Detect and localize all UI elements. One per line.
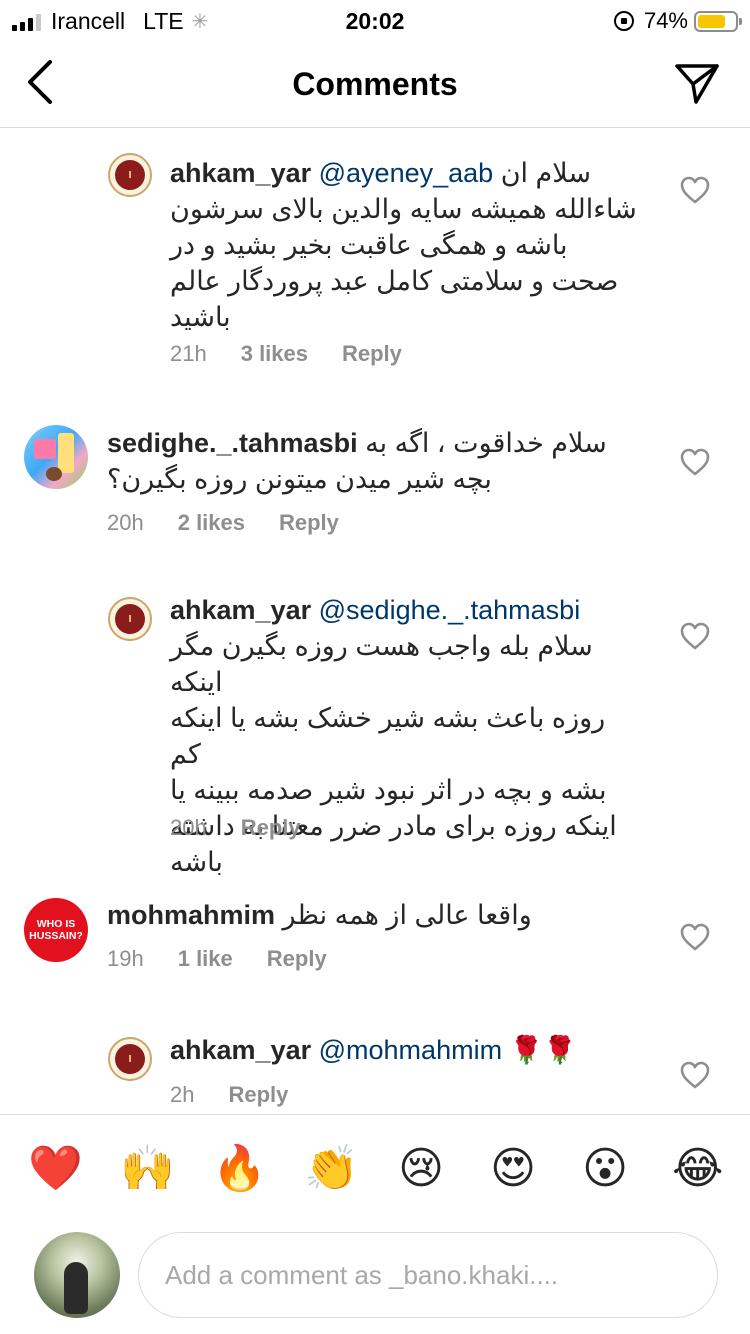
direct-message-button[interactable]	[674, 62, 720, 106]
current-user-avatar[interactable]	[34, 1232, 120, 1318]
comment-text-line: باشه و همگی عاقبت بخیر بشید و در	[170, 230, 568, 260]
avatar[interactable]	[24, 425, 88, 489]
heart-outline-icon	[680, 1061, 710, 1089]
reply-button[interactable]: Reply	[241, 815, 301, 841]
comment-text: mohmahmim واقعا عالی از همه نظر	[107, 897, 647, 933]
fire-emoji-button[interactable]: 🔥	[212, 1143, 267, 1194]
status-right: 74%	[613, 8, 742, 34]
status-bar: Irancell LTE ✳ 20:02 74%	[0, 0, 750, 40]
heart-outline-icon	[680, 448, 710, 476]
comment-text-line: بچه شیر میدن میتونن روزه بگیرن؟	[107, 464, 492, 494]
heart-eyes-emoji-button[interactable]: 😍	[488, 1143, 538, 1194]
comment-mention[interactable]: @ayeney_aab	[319, 158, 494, 188]
laughing-emoji-button[interactable]: 😂	[672, 1143, 723, 1194]
comment-first-line: ahkam_yar @mohmahmim 🌹🌹	[170, 1032, 640, 1068]
avatar-art	[58, 433, 74, 473]
avatar-art	[34, 439, 56, 459]
reply-button[interactable]: Reply	[279, 510, 339, 536]
comment-meta: 20h Reply	[170, 815, 301, 841]
comment-username[interactable]: ahkam_yar	[170, 158, 311, 188]
comment-item: ا ahkam_yar @ayeney_aab سلام ان شاءالله …	[0, 129, 750, 389]
comment-first-line: ahkam_yar @sedighe._.tahmasbi	[170, 592, 640, 628]
comment-item: ا ahkam_yar @mohmahmim 🌹🌹 2h Reply	[0, 1024, 750, 1114]
comment-likes[interactable]: 3 likes	[241, 341, 308, 367]
like-button[interactable]	[680, 622, 710, 650]
ahkam-logo-icon: ا	[115, 160, 145, 190]
comment-username[interactable]: ahkam_yar	[170, 1035, 311, 1065]
reply-button[interactable]: Reply	[228, 1082, 288, 1108]
avatar[interactable]: ا	[108, 1037, 152, 1081]
like-button[interactable]	[680, 176, 710, 204]
avatar-figure	[64, 1262, 88, 1314]
ahkam-logo-icon: ا	[115, 604, 145, 634]
comment-text-start: واقعا عالی از همه نظر	[282, 900, 532, 930]
heart-outline-icon	[680, 176, 710, 204]
comment-composer	[0, 1222, 750, 1334]
comment-username[interactable]: ahkam_yar	[170, 595, 311, 625]
comment-time: 20h	[170, 815, 207, 840]
ahkam-logo-icon: ا	[115, 1044, 145, 1074]
heart-emoji-button[interactable]: ❤️	[28, 1143, 83, 1194]
comment-mention[interactable]: @mohmahmim	[319, 1035, 502, 1065]
comment-text: ahkam_yar @mohmahmim 🌹🌹	[170, 1032, 640, 1068]
comment-text-line: روزه باعث بشه شیر خشک بشه یا اینکه کم	[170, 703, 606, 769]
heart-outline-icon	[680, 622, 710, 650]
comment-time: 2h	[170, 1082, 195, 1107]
reply-button[interactable]: Reply	[342, 341, 402, 367]
header: Comments	[0, 40, 750, 128]
crying-emoji-button[interactable]: 😢	[396, 1143, 446, 1194]
comments-list: ا ahkam_yar @ayeney_aab سلام ان شاءالله …	[0, 129, 750, 1114]
emoji-bar: ❤️ 🙌 🔥 👏 😢 😍 😮 😂	[0, 1114, 750, 1222]
comment-time: 21h	[170, 341, 207, 366]
comment-text-line: صحت و سلامتی کامل عبد پروردگار عالم	[170, 266, 619, 296]
comment-first-line: sedighe._.tahmasbi سلام خداقوت ، اگه به	[107, 425, 647, 461]
comment-text-line: باشید	[170, 302, 231, 332]
comment-item: WHO IS HUSSAIN? mohmahmim واقعا عالی از …	[0, 884, 750, 1004]
battery-icon	[694, 10, 742, 32]
comment-username[interactable]: mohmahmim	[107, 900, 275, 930]
comment-meta: 2h Reply	[170, 1082, 288, 1108]
comment-meta: 20h 2 likes Reply	[107, 510, 339, 536]
comment-likes[interactable]: 1 like	[178, 946, 233, 972]
surprised-emoji-button[interactable]: 😮	[580, 1143, 630, 1194]
battery-fill	[698, 14, 725, 28]
avatar[interactable]: WHO IS HUSSAIN?	[24, 898, 88, 962]
avatar[interactable]: ا	[108, 597, 152, 641]
comment-likes[interactable]: 2 likes	[178, 510, 245, 536]
paper-plane-icon	[675, 64, 719, 104]
avatar[interactable]: ا	[108, 153, 152, 197]
comment-time: 19h	[107, 946, 144, 971]
comment-username[interactable]: sedighe._.tahmasbi	[107, 428, 358, 458]
comment-text: ahkam_yar @ayeney_aab سلام ان شاءالله هم…	[170, 155, 640, 335]
comment-text-line: باشه	[170, 847, 223, 877]
comment-mention[interactable]: @sedighe._.tahmasbi	[319, 595, 581, 625]
avatar-art	[46, 467, 62, 481]
comment-meta: 19h 1 like Reply	[107, 946, 327, 972]
like-button[interactable]	[680, 923, 710, 951]
comment-first-line: mohmahmim واقعا عالی از همه نظر	[107, 897, 647, 933]
comment-text-line: سلام بله واجب هست روزه بگیرن مگر اینکه	[170, 631, 593, 697]
clapping-emoji-button[interactable]: 👏	[304, 1143, 359, 1194]
comment-text: sedighe._.tahmasbi سلام خداقوت ، اگه به …	[107, 425, 647, 497]
like-button[interactable]	[680, 448, 710, 476]
rose-emoji: 🌹🌹	[509, 1035, 577, 1065]
avatar-text: WHO IS HUSSAIN?	[29, 918, 83, 942]
like-button[interactable]	[680, 1061, 710, 1089]
raising-hands-emoji-button[interactable]: 🙌	[120, 1143, 175, 1194]
comment-item: ا ahkam_yar @sedighe._.tahmasbi سلام بله…	[0, 584, 750, 877]
rotation-lock-icon	[613, 11, 634, 31]
comment-item: sedighe._.tahmasbi سلام خداقوت ، اگه به …	[0, 413, 750, 563]
page-title: Comments	[292, 66, 458, 102]
comment-time: 20h	[107, 510, 144, 535]
comment-text-line: شاءالله همیشه سایه والدین بالای سرشون	[170, 194, 637, 224]
comment-meta: 21h 3 likes Reply	[170, 341, 402, 367]
battery-percent: 74%	[643, 8, 688, 33]
comment-text-start: سلام خداقوت ، اگه به	[365, 428, 607, 458]
comment-text-line: بشه و بچه در اثر نبود شیر صدمه ببینه یا	[170, 775, 607, 805]
comment-first-line: ahkam_yar @ayeney_aab سلام ان	[170, 155, 640, 191]
reply-button[interactable]: Reply	[267, 946, 327, 972]
comment-text-start: سلام ان	[500, 158, 591, 188]
comment-input[interactable]	[138, 1232, 718, 1318]
heart-outline-icon	[680, 923, 710, 951]
